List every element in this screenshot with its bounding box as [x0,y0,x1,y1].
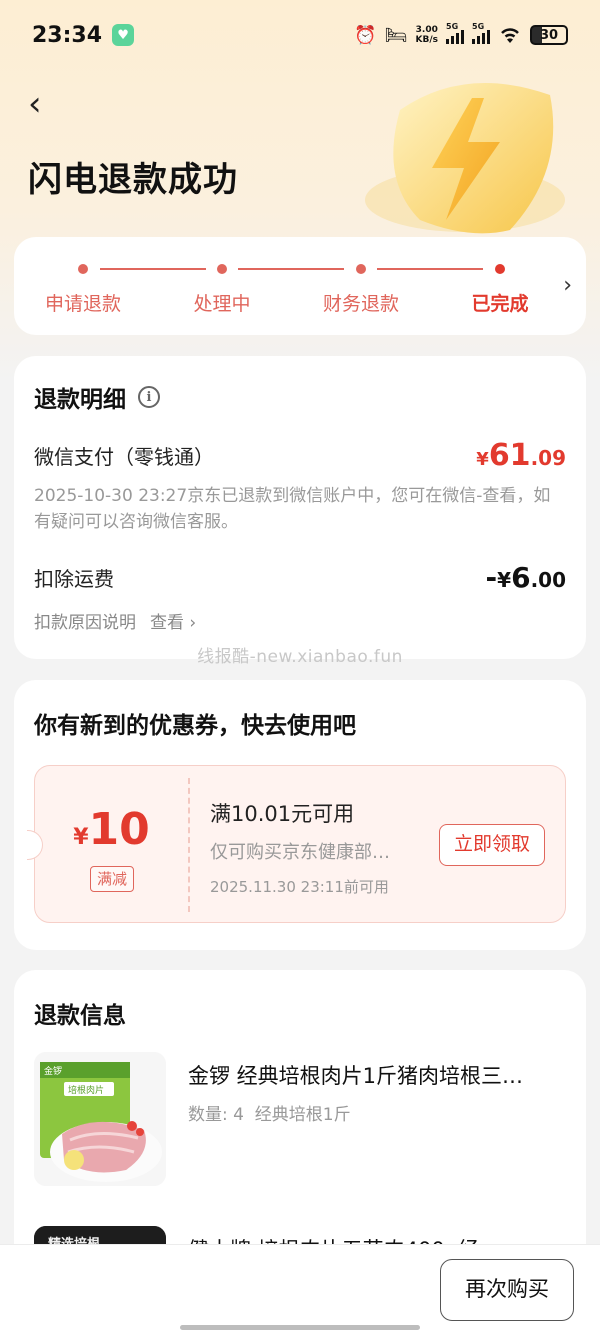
step-label: 财务退款 [322,293,399,315]
step-dot [78,264,88,274]
refund-amount: ¥61.09 [476,438,566,473]
back-button[interactable]: ‹ [28,84,58,124]
product-meta: 数量: 4 经典培根1斤 [188,1100,351,1125]
package-brand-text: 金锣 [44,1065,62,1077]
payment-method: 微信支付（零钱通） [34,445,214,469]
product-item[interactable]: 金锣 培根肉片 金锣 经典培根肉片1斤猪肉培根三… 数量: 4 经典培根1斤 [34,1052,566,1186]
product-name: 金锣 经典培根肉片1斤猪肉培根三… [188,1064,524,1088]
amount-integer: 6 [511,561,531,594]
deduction-reason-label: 扣款原因说明 [34,613,136,633]
lightning-shield-icon [365,83,565,234]
status-icons: ⏰ 🛏 3.00 KB/s 5G 5G 30 [354,22,568,46]
section-header: 退款明细 i [34,380,566,414]
bottom-action-bar: 再次购买 [0,1244,600,1333]
step-dot-current [495,264,505,274]
coupon-value: ¥10 [35,804,188,855]
signal-label: 5G [446,22,459,31]
step-label-current: 已完成 [471,293,529,315]
coupon-card: 你有新到的优惠券，快去使用吧 ¥10 满减 满10.01元可用 仅可购买京东健康… [14,680,586,950]
deduction-reason-row: 扣款原因说明 查看 › [34,608,566,633]
refund-note: 2025-10-30 23:27京东已退款到微信账户中，您可在微信-查看，如有疑… [34,486,551,532]
fee-label: 扣除运费 [34,567,114,591]
currency-symbol: ¥ [73,825,89,850]
coupon-scope: 仅可购买京东健康部… [210,842,390,863]
coupon-divider [188,778,190,912]
battery-level: 30 [539,27,559,43]
fee-sign: - [485,561,498,594]
step-connector [238,268,344,270]
coupon-amount: 10 [88,804,150,855]
amount-decimal: .09 [530,446,566,470]
payment-row: 微信支付（零钱通） ¥61.09 [34,438,566,473]
refund-detail-card: 退款明细 i 微信支付（零钱通） ¥61.09 2025-10-30 23:27… [14,356,586,659]
home-indicator[interactable] [180,1325,420,1330]
coupon-section-title: 你有新到的优惠券，快去使用吧 [34,713,356,739]
amount-decimal: .00 [530,568,566,592]
chevron-right-icon[interactable]: › [563,273,572,298]
step-connector [377,268,483,270]
product-image: 金锣 培根肉片 [34,1052,166,1186]
app-notification-icon: ♥ [112,24,135,46]
fee-row: 扣除运费 -¥6.00 [34,561,566,594]
status-bar: 23:34 ♥ ⏰ 🛏 3.00 KB/s 5G 5G 30 [0,0,600,70]
step-dot [356,264,366,274]
wifi-icon [501,28,519,43]
fee-amount: -¥6.00 [486,561,566,594]
package-label-text: 培根肉片 [68,1084,104,1096]
step-connector [100,268,206,270]
step-dot [217,264,227,274]
section-title: 退款明细 [34,387,126,413]
refund-progress-card: 申请退款 处理中 财务退款 已完成 › [14,237,586,335]
step-label: 处理中 [193,293,251,315]
section-title: 退款信息 [34,1003,126,1029]
signal-icon: 5G [472,22,490,44]
claim-coupon-button[interactable]: 立即领取 [439,824,545,866]
bed-icon: 🛏 [384,24,408,46]
signal-label: 5G [472,22,485,31]
net-speed-value: 3.00 [415,25,438,35]
alarm-icon: ⏰ [354,24,377,46]
rebuy-button[interactable]: 再次购买 [440,1259,574,1321]
coupon-expiry: 2025.11.30 23:11前可用 [210,878,389,896]
info-icon[interactable]: i [138,386,160,408]
progress-steps: 申请退款 处理中 财务退款 已完成 › [14,237,586,335]
product-spec: 经典培根1斤 [254,1105,351,1125]
currency-symbol: ¥ [497,568,512,592]
view-reason-link[interactable]: 查看 › [150,608,196,633]
battery-icon: 30 [530,25,568,45]
page-title: 闪电退款成功 [28,160,238,200]
coupon-condition: 满10.01元可用 [210,802,355,826]
status-time: 23:34 [32,22,103,48]
signal-icon: 5G [446,22,464,44]
net-speed: 3.00 KB/s [416,25,438,45]
net-speed-unit: KB/s [415,35,438,45]
product-quantity: 数量: 4 [188,1105,244,1125]
amount-integer: 61 [488,438,531,473]
coupon-type-badge: 满减 [90,866,134,892]
watermark: 线报酷-new.xianbao.fun [197,647,403,667]
currency-symbol: ¥ [476,449,489,470]
step-label: 申请退款 [44,293,121,315]
coupon-ticket: ¥10 满减 满10.01元可用 仅可购买京东健康部… 2025.11.30 2… [27,765,566,923]
